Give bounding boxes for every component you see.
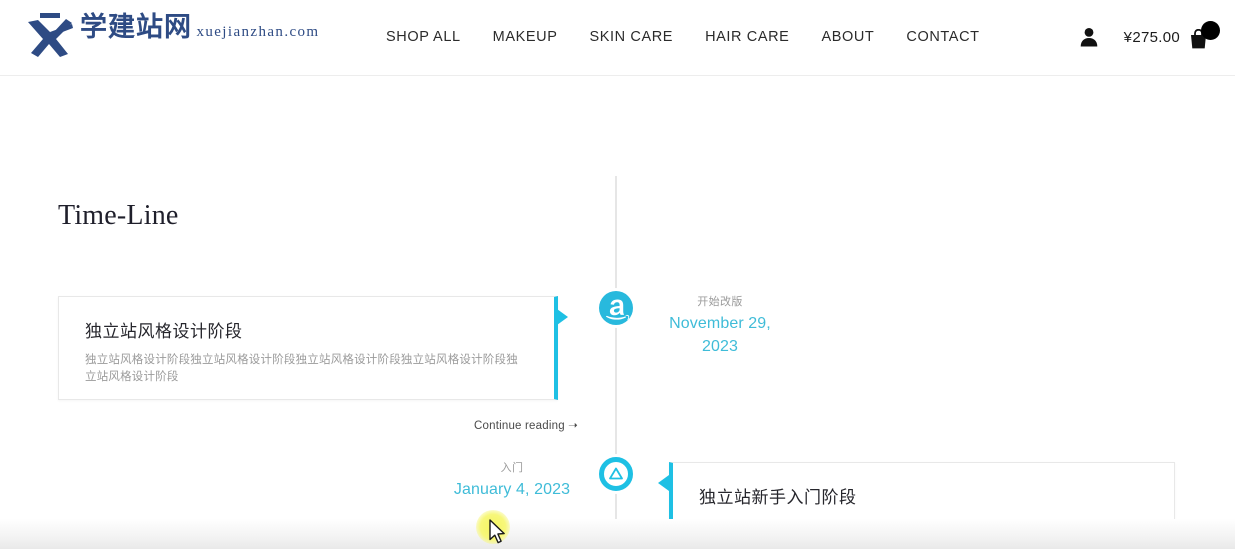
mouse-cursor	[489, 519, 505, 544]
site-logo[interactable]: 学建站网 xuejianzhan.com	[20, 10, 320, 66]
continue-reading-link[interactable]: Continue reading ➝	[474, 418, 578, 432]
timeline-marker-amazon[interactable]	[599, 291, 633, 325]
nav-item-shop-all[interactable]: SHOP ALL	[386, 29, 477, 45]
amazon-a-icon	[606, 299, 630, 321]
logo-x-mark	[28, 13, 73, 57]
timeline-date-value: January 4, 2023	[453, 481, 571, 498]
nav-item-contact[interactable]: CONTACT	[890, 29, 995, 45]
site-header: 学建站网 xuejianzhan.com SHOP ALL MAKEUP SKI…	[0, 0, 1235, 76]
brand-name-cn: 学建站网	[80, 12, 192, 43]
person-icon[interactable]	[1080, 27, 1098, 47]
timeline-card-title: 独立站新手入门阶段	[699, 488, 857, 508]
timeline-date-value: November 29, 2023	[669, 315, 771, 355]
timeline-card-body: 独立站风格设计阶段独立站风格设计阶段独立站风格设计阶段独立站风格设计阶段独立站风…	[85, 352, 518, 383]
timeline-date-label: 开始改版	[697, 295, 743, 308]
timeline-spine	[615, 176, 617, 549]
triangle-up-circle-icon	[609, 467, 623, 480]
nav-item-hair-care[interactable]: HAIR CARE	[689, 29, 805, 45]
page-content: Time-Line 独立站风格设计阶段 独立站风格设计阶段独立站风格设计阶段独立…	[0, 76, 1235, 549]
timeline-marker-triangle[interactable]	[599, 457, 633, 491]
card-pointer	[658, 475, 669, 491]
nav-item-about[interactable]: ABOUT	[805, 29, 890, 45]
brand-domain: xuejianzhan.com	[196, 24, 320, 40]
timeline-card[interactable]: 独立站风格设计阶段 独立站风格设计阶段独立站风格设计阶段独立站风格设计阶段独立站…	[58, 296, 568, 400]
timeline-card-title: 独立站风格设计阶段	[85, 322, 243, 342]
timeline-date-block: 开始改版 November 29, 2023	[655, 294, 785, 358]
nav-item-skin-care[interactable]: SKIN CARE	[574, 29, 690, 45]
nav-item-makeup[interactable]: MAKEUP	[477, 29, 574, 45]
card-pointer	[557, 309, 568, 325]
timeline: 独立站风格设计阶段 独立站风格设计阶段独立站风格设计阶段独立站风格设计阶段独立站…	[0, 76, 1235, 549]
footer-band	[0, 519, 1235, 549]
timeline-date-label: 入门	[500, 461, 524, 474]
cart-total: ¥275.00	[1123, 28, 1180, 46]
cart-button[interactable]	[1189, 21, 1220, 50]
header-actions: ¥275.00	[1080, 21, 1220, 50]
cart-count-badge	[1201, 21, 1220, 40]
main-navigation: SHOP ALL MAKEUP SKIN CARE HAIR CARE ABOU…	[386, 29, 996, 45]
timeline-date-block: 入门 January 4, 2023	[447, 460, 577, 501]
